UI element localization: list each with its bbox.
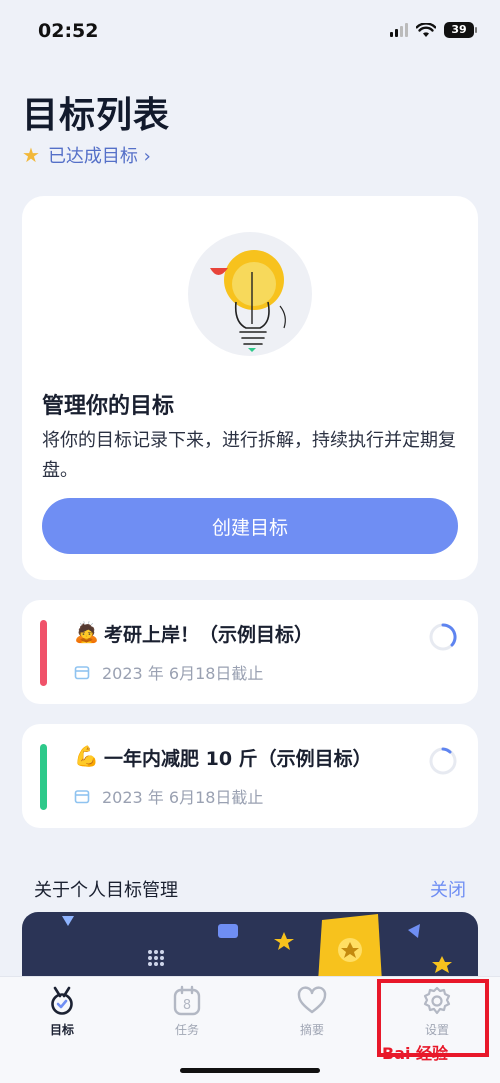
lightbulb-icon [210,250,286,352]
battery-icon: 39 [444,22,477,38]
calendar-icon [74,790,90,804]
manage-goals-card: 管理你的目标 将你的目标记录下来，进行拆解，持续执行并定期复盘。 创建目标 [22,196,478,580]
tab-label: 任务 [174,1023,199,1037]
goal-color-bar [40,620,47,686]
status-time: 02:52 [38,20,99,42]
calendar-8-icon: 8 [173,985,201,1016]
wifi-icon [416,22,436,37]
tab-label: 目标 [49,1023,74,1037]
tab-goals[interactable]: 目标 [12,985,112,1038]
cellular-signal-icon [390,23,408,37]
about-banner[interactable] [22,912,478,982]
goal-color-bar [40,744,47,810]
goal-deadline-row: 2023 年 6月18日截止 [74,784,263,808]
progress-ring-icon [429,623,457,651]
progress-ring-icon [429,747,457,775]
goal-deadline-row: 2023 年 6月18日截止 [74,660,263,684]
goal-title: 考研上岸！（示例目标） [104,624,314,646]
heart-icon [297,986,327,1014]
hero-title: 管理你的目标 [42,394,175,419]
tab-tasks[interactable]: 8 任务 [137,985,237,1038]
home-indicator[interactable] [180,1068,320,1073]
page-title: 目标列表 [22,95,171,136]
lightbulb-illustration [188,232,312,356]
status-bar: 02:52 39 [0,0,500,62]
close-about-link[interactable]: 关闭 [430,876,466,902]
achieved-goals-label: 已达成目标 › [47,146,151,167]
goal-deadline: 2023 年 6月18日截止 [102,664,264,683]
calendar-icon [74,666,90,680]
goal-emoji: 💪 [74,744,99,768]
banner-illustration [62,914,452,982]
goal-deadline: 2023 年 6月18日截止 [102,788,264,807]
status-icons: 39 [390,22,477,38]
goal-card[interactable]: 🙇 考研上岸！（示例目标） 2023 年 6月18日截止 [22,600,478,704]
svg-text:8: 8 [183,998,191,1013]
create-goal-button[interactable]: 创建目标 [42,498,458,554]
tab-label: 摘要 [299,1023,324,1037]
goal-card[interactable]: 💪 一年内减肥 10 斤（示例目标） 2023 年 6月18日截止 [22,724,478,828]
star-icon: ★ [22,143,40,167]
achieved-goals-link[interactable]: ★ 已达成目标 › [22,142,151,168]
hero-description: 将你的目标记录下来，进行拆解，持续执行并定期复盘。 [42,430,456,481]
about-section-title: 关于个人目标管理 [34,880,178,901]
watermark: Bai 经验 [382,1044,449,1063]
medal-icon [51,986,73,1015]
goal-emoji: 🙇 [74,620,99,644]
tab-summary[interactable]: 摘要 [262,985,362,1038]
goal-title: 一年内减肥 10 斤（示例目标） [104,748,372,770]
